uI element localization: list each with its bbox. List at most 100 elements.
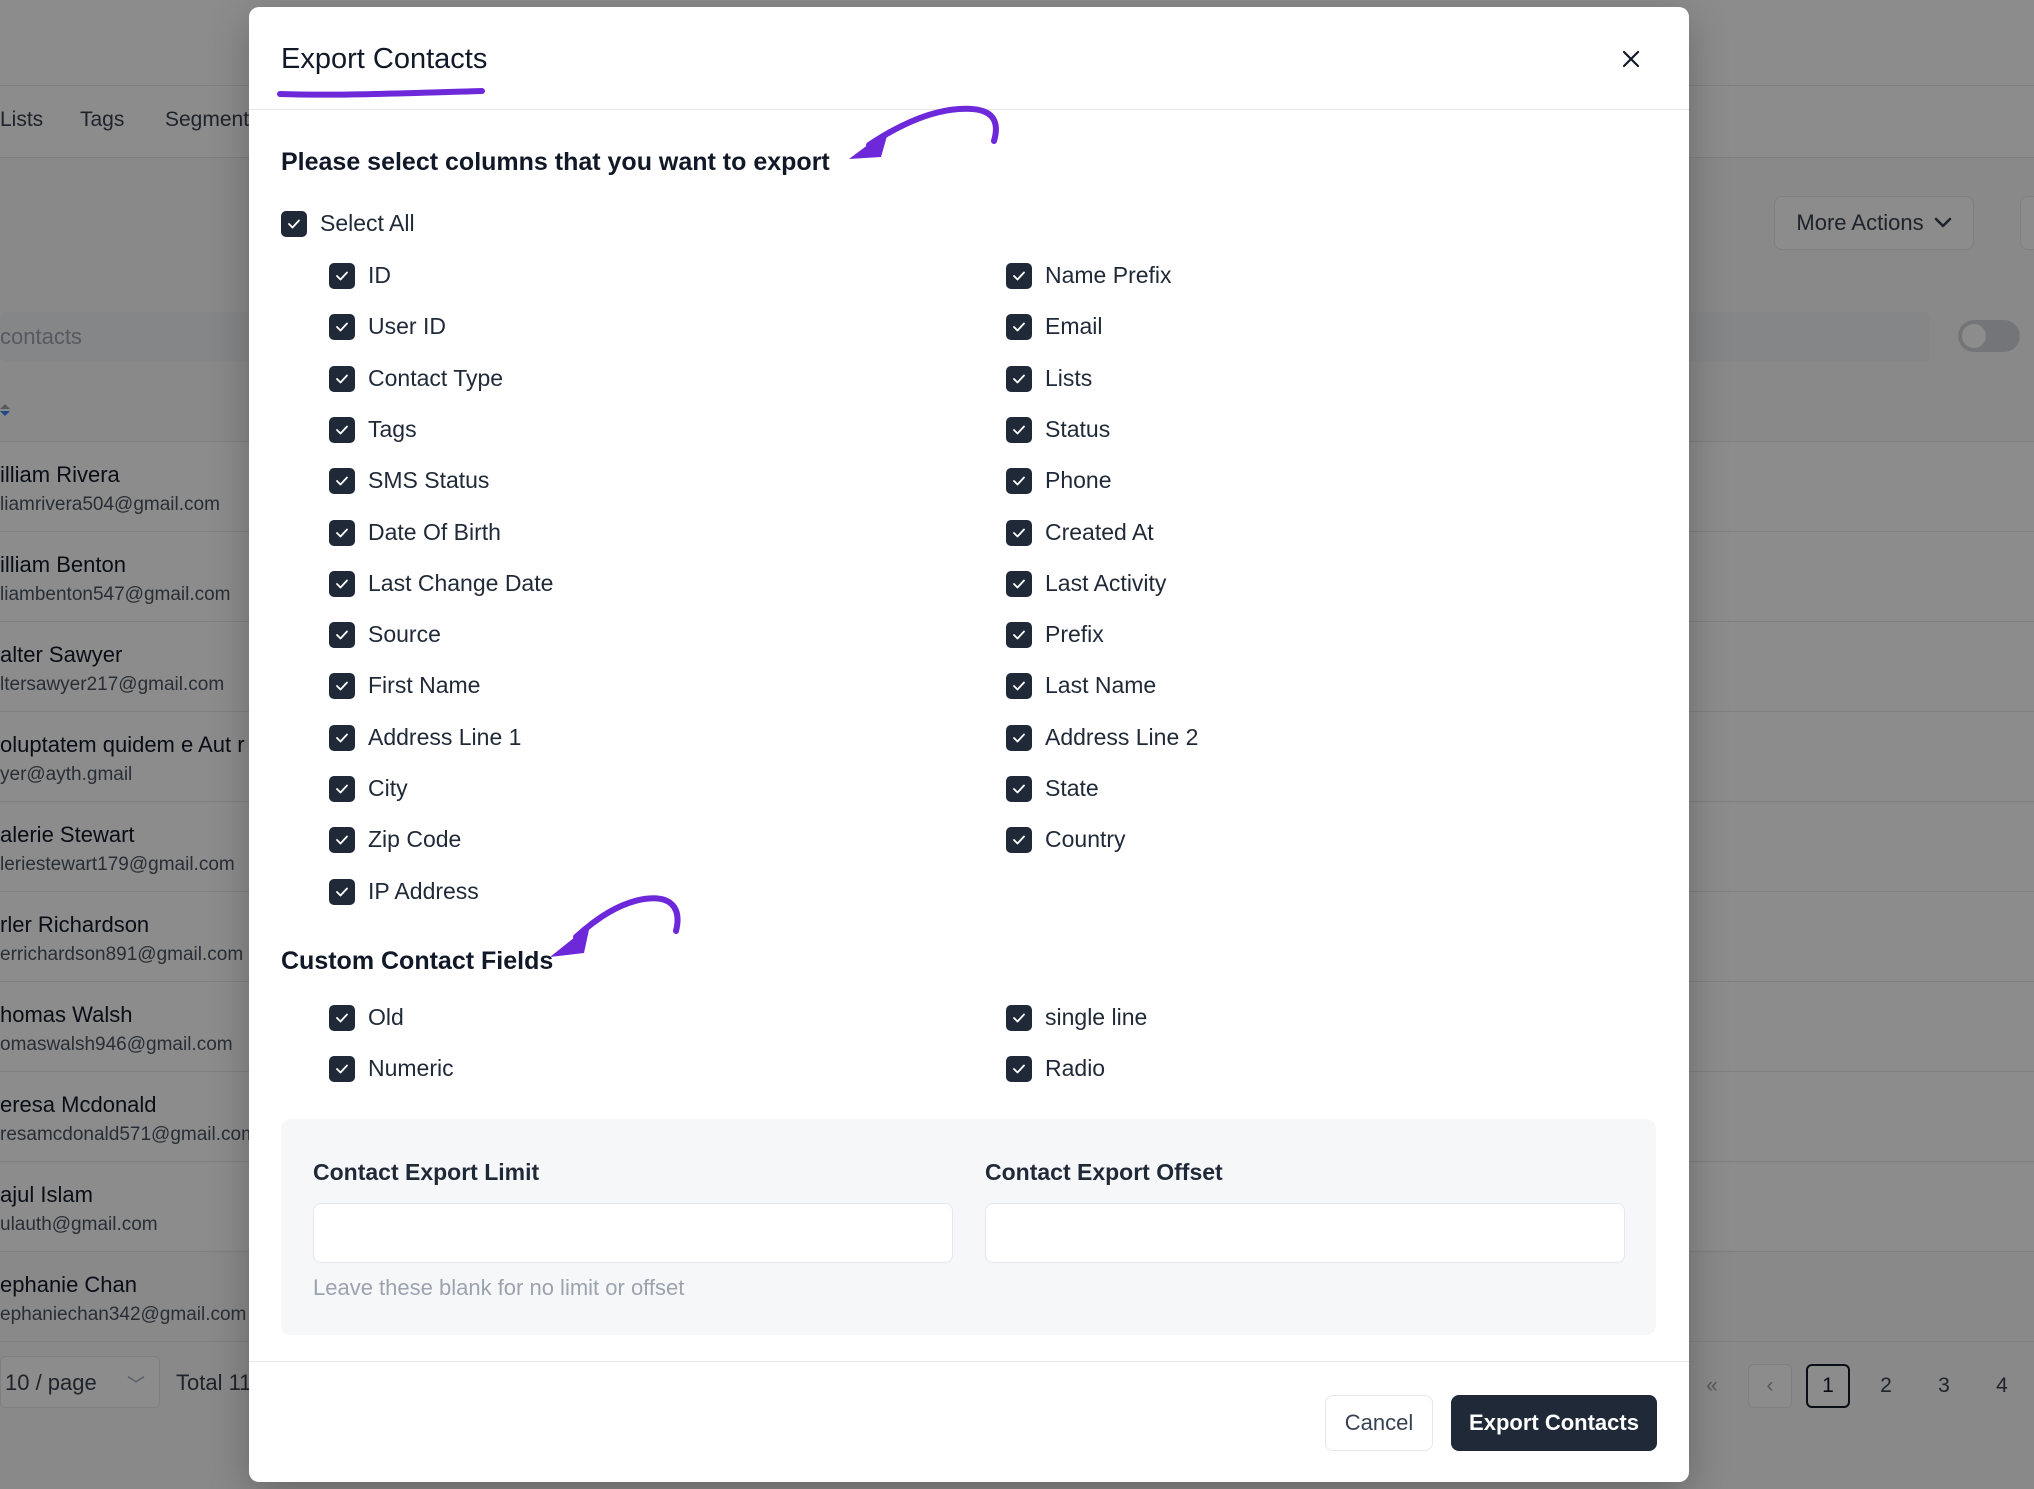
checkmark-icon[interactable]: [1006, 1004, 1032, 1031]
checkbox-label: Name Prefix: [1045, 262, 1172, 288]
checkmark-icon[interactable]: [1006, 313, 1032, 340]
modal-header: Export Contacts: [249, 7, 1689, 110]
column-checkbox-tags[interactable]: Tags: [329, 416, 417, 443]
custom-field-checkbox-numeric[interactable]: Numeric: [329, 1055, 454, 1082]
modal-footer: Cancel Export Contacts: [249, 1361, 1689, 1482]
column-checkbox-status[interactable]: Status: [1006, 416, 1110, 443]
export-limits-panel: Contact Export Limit Contact Export Offs…: [281, 1119, 1656, 1335]
checkmark-icon[interactable]: [1006, 416, 1032, 443]
checkmark-icon[interactable]: [1006, 775, 1032, 802]
checkmark-icon[interactable]: [329, 313, 355, 340]
checkbox-label: single line: [1045, 1004, 1148, 1030]
checkbox-label: Last Name: [1045, 672, 1157, 698]
checkbox-label: Country: [1045, 826, 1126, 852]
column-checkbox-created-at[interactable]: Created At: [1006, 519, 1154, 546]
checkmark-icon[interactable]: [1006, 467, 1032, 494]
checkbox-label: Address Line 2: [1045, 724, 1199, 750]
checkbox-label: Prefix: [1045, 621, 1104, 647]
column-checkbox-phone[interactable]: Phone: [1006, 467, 1112, 494]
checkmark-icon[interactable]: [329, 519, 355, 546]
column-checkbox-first-name[interactable]: First Name: [329, 672, 480, 699]
cancel-button[interactable]: Cancel: [1325, 1395, 1433, 1451]
checkmark-icon[interactable]: [1006, 570, 1032, 597]
export-offset-label: Contact Export Offset: [985, 1159, 1223, 1185]
checkmark-icon[interactable]: [329, 724, 355, 751]
column-checkbox-address-line-2[interactable]: Address Line 2: [1006, 724, 1198, 751]
checkmark-icon[interactable]: [1006, 1055, 1032, 1082]
column-checkbox-sms-status[interactable]: SMS Status: [329, 467, 489, 494]
checkbox-label: State: [1045, 775, 1099, 801]
export-limit-label: Contact Export Limit: [313, 1159, 540, 1185]
custom-field-checkbox-single-line[interactable]: single line: [1006, 1004, 1147, 1031]
column-checkbox-date-of-birth[interactable]: Date Of Birth: [329, 519, 501, 546]
column-checkbox-state[interactable]: State: [1006, 775, 1099, 802]
checkmark-icon[interactable]: [329, 878, 355, 905]
checkbox-label: Last Change Date: [368, 570, 554, 596]
column-checkbox-zip-code[interactable]: Zip Code: [329, 826, 461, 853]
checkbox-label: Source: [368, 621, 441, 647]
checkmark-icon[interactable]: [1006, 262, 1032, 289]
checkmark-icon[interactable]: [1006, 365, 1032, 392]
checkbox-label: ID: [368, 262, 391, 288]
checkmark-icon[interactable]: [329, 1055, 355, 1082]
column-checkbox-source[interactable]: Source: [329, 621, 441, 648]
column-checkbox-user-id[interactable]: User ID: [329, 313, 446, 340]
checkmark-icon[interactable]: [1006, 826, 1032, 853]
export-contacts-modal: Export Contacts Please select columns th…: [249, 7, 1689, 1482]
column-checkbox-prefix[interactable]: Prefix: [1006, 621, 1104, 648]
custom-field-checkbox-old[interactable]: Old: [329, 1004, 404, 1031]
column-checkbox-ip-address[interactable]: IP Address: [329, 878, 479, 905]
column-checkbox-city[interactable]: City: [329, 775, 408, 802]
columns-heading: Please select columns that you want to e…: [281, 148, 830, 176]
column-checkbox-last-activity[interactable]: Last Activity: [1006, 570, 1166, 597]
checkbox-label: Address Line 1: [368, 724, 522, 750]
checkmark-icon[interactable]: [1006, 519, 1032, 546]
close-button[interactable]: [1613, 41, 1649, 77]
checkmark-icon[interactable]: [329, 570, 355, 597]
checkmark-icon[interactable]: [329, 416, 355, 443]
column-checkbox-lists[interactable]: Lists: [1006, 365, 1092, 392]
checkmark-icon[interactable]: [329, 467, 355, 494]
checkmark-icon[interactable]: [1006, 672, 1032, 699]
checkbox-label: Last Activity: [1045, 570, 1167, 596]
checkmark-icon[interactable]: [281, 210, 307, 237]
checkbox-label: Old: [368, 1004, 404, 1030]
column-checkbox-email[interactable]: Email: [1006, 313, 1103, 340]
column-checkbox-name-prefix[interactable]: Name Prefix: [1006, 262, 1172, 289]
checkbox-label: Lists: [1045, 365, 1093, 391]
checkbox-label: IP Address: [368, 878, 479, 904]
annotation-arrow-icon: [849, 105, 999, 159]
custom-field-checkbox-radio[interactable]: Radio: [1006, 1055, 1105, 1082]
checkmark-icon[interactable]: [1006, 621, 1032, 648]
custom-fields-heading: Custom Contact Fields: [281, 947, 554, 975]
export-contacts-button[interactable]: Export Contacts: [1451, 1395, 1657, 1451]
close-icon: [1622, 50, 1640, 68]
checkmark-icon[interactable]: [329, 1004, 355, 1031]
checkbox-label: Status: [1045, 416, 1111, 442]
checkbox-label: First Name: [368, 672, 481, 698]
checkbox-label: Select All: [320, 210, 415, 236]
checkmark-icon[interactable]: [329, 262, 355, 289]
title-underline-annotation: [277, 88, 485, 98]
export-offset-input[interactable]: [985, 1203, 1625, 1263]
column-checkbox-last-name[interactable]: Last Name: [1006, 672, 1156, 699]
column-checkbox-last-change-date[interactable]: Last Change Date: [329, 570, 553, 597]
checkmark-icon[interactable]: [1006, 724, 1032, 751]
column-checkbox-id[interactable]: ID: [329, 262, 391, 289]
checkmark-icon[interactable]: [329, 672, 355, 699]
column-checkbox-country[interactable]: Country: [1006, 826, 1126, 853]
checkbox-label: Created At: [1045, 519, 1154, 545]
checkbox-label: Radio: [1045, 1055, 1106, 1081]
checkmark-icon[interactable]: [329, 775, 355, 802]
checkbox-label: Zip Code: [368, 826, 462, 852]
checkmark-icon[interactable]: [329, 826, 355, 853]
checkmark-icon[interactable]: [329, 621, 355, 648]
annotation-arrow-icon: [550, 895, 681, 957]
checkbox-label: City: [368, 775, 408, 801]
select-all-checkbox[interactable]: Select All: [281, 210, 415, 237]
checkmark-icon[interactable]: [329, 365, 355, 392]
export-limit-input[interactable]: [313, 1203, 953, 1263]
checkbox-label: User ID: [368, 313, 446, 339]
column-checkbox-contact-type[interactable]: Contact Type: [329, 365, 503, 392]
column-checkbox-address-line-1[interactable]: Address Line 1: [329, 724, 521, 751]
